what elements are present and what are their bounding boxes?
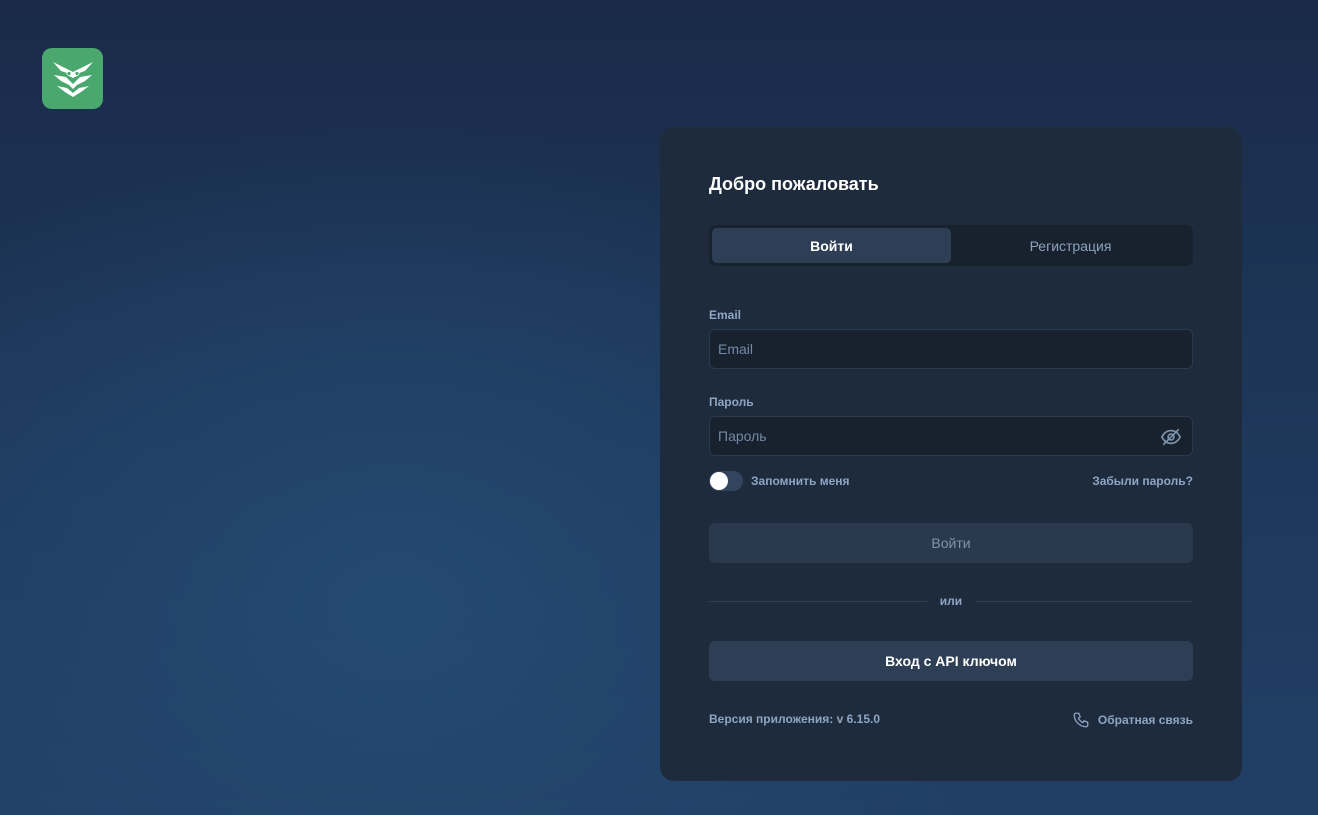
app-logo (42, 48, 103, 109)
email-field[interactable] (710, 330, 1192, 368)
forgot-password-link[interactable]: Забыли пароль? (1092, 474, 1193, 488)
divider-line-right (975, 601, 1193, 602)
or-divider: или (709, 593, 1193, 609)
email-label: Email (709, 308, 742, 322)
remember-toggle[interactable] (709, 471, 743, 491)
app-version: Версия приложения: v 6.15.0 (709, 712, 880, 726)
owl-logo-icon (52, 61, 93, 97)
password-field-box (709, 416, 1193, 456)
login-button[interactable]: Войти (709, 523, 1193, 563)
tab-register[interactable]: Регистрация (951, 228, 1190, 263)
eye-off-icon[interactable] (1160, 426, 1182, 448)
auth-tabs: Войти Регистрация (709, 225, 1193, 266)
feedback-label: Обратная связь (1097, 713, 1193, 727)
tab-login[interactable]: Войти (712, 228, 951, 263)
feedback-link[interactable]: Обратная связь (1072, 711, 1193, 729)
card-title: Добро пожаловать (709, 174, 879, 194)
login-card: Добро пожаловать Войти Регистрация Email… (660, 127, 1242, 781)
remember-label: Запомнить меня (751, 474, 850, 488)
password-field[interactable] (710, 417, 1192, 455)
toggle-knob (710, 472, 728, 490)
email-field-box (709, 329, 1193, 369)
phone-icon (1073, 712, 1089, 728)
password-label: Пароль (709, 395, 754, 409)
api-key-login-button[interactable]: Вход с API ключом (709, 641, 1193, 681)
